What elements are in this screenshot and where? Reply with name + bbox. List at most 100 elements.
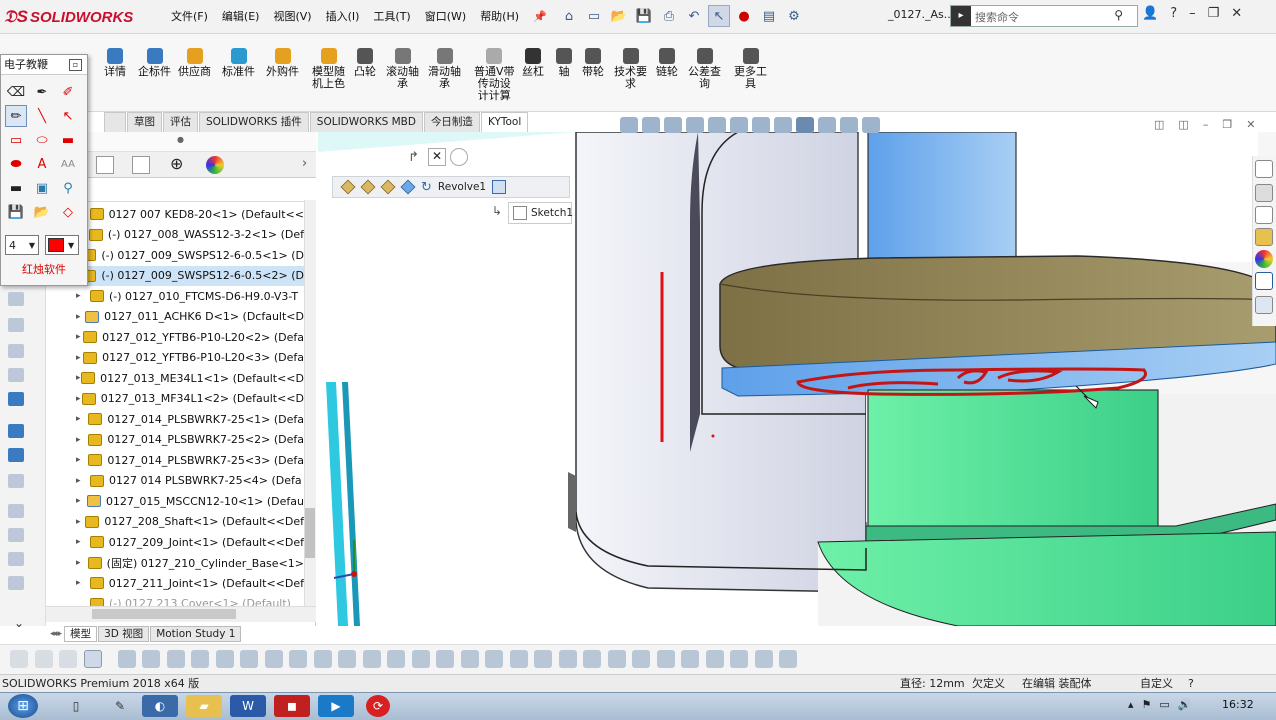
expand-arrow-icon[interactable]: ▸ [76, 394, 82, 404]
filter-routing-points-icon[interactable] [656, 650, 675, 668]
ribbon-item-13[interactable]: 技术要求 [614, 48, 647, 90]
viewport-nav-left-icon[interactable]: ◫ [1154, 118, 1164, 131]
ribbon-item-15[interactable]: 公差查询 [688, 48, 721, 90]
filter-spot-welds-icon[interactable] [705, 650, 724, 668]
restore-icon[interactable]: ❐ [1208, 6, 1220, 21]
eraser-icon[interactable]: ⌫ [5, 81, 27, 103]
filter-dimensions-icon[interactable] [436, 650, 454, 668]
black-screen-icon[interactable]: ▬ [5, 177, 27, 199]
tab-sketch[interactable]: 草图 [127, 112, 162, 132]
solidworks-logo[interactable]: 𝔇S SOLIDWORKS [4, 3, 144, 31]
select-arrow-icon[interactable] [83, 650, 102, 668]
zoom-area-icon[interactable] [642, 117, 660, 133]
font-size-icon[interactable]: AA [57, 153, 79, 175]
magnifier-icon[interactable]: ⚲ [57, 177, 79, 199]
expand-arrow-icon[interactable]: ▸ [76, 537, 90, 547]
monitor-icon[interactable] [862, 117, 880, 133]
menu-file[interactable]: 文件(F) [164, 8, 215, 24]
user-icon[interactable]: 👤 [1142, 6, 1158, 21]
pen-icon[interactable]: ✒ [31, 81, 53, 103]
help-icon[interactable]: ? [1170, 6, 1177, 21]
filter-icon[interactable] [10, 650, 28, 668]
open-folder-icon[interactable]: 📂 [608, 5, 630, 27]
expand-arrow-icon[interactable]: ▸ [76, 558, 88, 568]
solidworks-resources-icon[interactable] [1255, 160, 1273, 178]
print-icon[interactable]: ⎙ [658, 5, 680, 27]
expand-arrow-icon[interactable]: ▸ [76, 476, 90, 486]
tree-row[interactable]: (-) 0127_009_SWSPS12-6-0.5<2> (D [76, 265, 304, 286]
tree-row[interactable]: ▸ 0127_011_ACHK6 D<1> (Dcfault<D [76, 307, 304, 327]
tray-monitor-icon[interactable]: ▭ [1159, 698, 1169, 711]
filter-midpoints-icon[interactable] [362, 650, 381, 668]
save-drawing-icon[interactable]: 💾 [5, 201, 27, 223]
graphics-viewport[interactable] [318, 132, 1276, 626]
clear-icon[interactable]: ◇ [57, 201, 79, 223]
filter-surface-bodies-icon[interactable] [215, 650, 234, 668]
tab-motion-study[interactable]: Motion Study 1 [150, 626, 242, 642]
filter-vertices-icon[interactable] [142, 650, 160, 668]
expand-arrow-icon[interactable]: ▸ [76, 496, 87, 506]
status-help-icon[interactable]: ? [1188, 675, 1194, 692]
menu-edit[interactable]: 编辑(E) [215, 8, 267, 24]
viewport-nav-right-icon[interactable]: ◫ [1178, 118, 1188, 131]
new-motion-study-icon[interactable] [8, 474, 24, 488]
filter-geometric-tolerance-icon[interactable] [485, 650, 503, 668]
filter-notes-icon[interactable] [509, 650, 528, 668]
filter-axes-icon[interactable] [264, 650, 283, 668]
tree-row[interactable]: ▸ 0127_014_PLSBWRK7-25<2> (Defa [76, 430, 304, 450]
minimize-icon[interactable]: – [1189, 6, 1196, 21]
filter-connection-points-icon[interactable] [632, 650, 650, 668]
view-orientation-icon[interactable] [730, 117, 748, 133]
expand-arrow-icon[interactable]: ▸ [76, 353, 83, 363]
tree-row[interactable]: ▸ (固定) 0127_210_Cylinder_Base<1> [76, 553, 304, 573]
taskbar-player-icon[interactable]: ▶ [318, 695, 354, 717]
expand-arrow-icon[interactable]: ▸ [76, 291, 90, 301]
tree-row[interactable]: ▸ 0127_012_YFTB6-P10-L20<2> (Defa [76, 327, 304, 347]
assembly-features-icon[interactable] [8, 424, 24, 438]
zoom-to-fit-icon[interactable] [620, 117, 638, 133]
tree-row[interactable]: ▸ (-) 0127_010_FTCMS-D6-H9.0-V3-T [76, 286, 304, 306]
edit-appearance-icon[interactable] [796, 117, 814, 133]
dynamic-annotation-icon[interactable] [708, 117, 726, 133]
taskbar-pdf-icon[interactable]: ◼ [274, 695, 310, 717]
filter-mid-points-icon[interactable] [681, 650, 699, 668]
close-icon[interactable]: ✕ [1231, 6, 1242, 21]
tree-row[interactable]: (-) 0127_009_SWSPS12-6-0.5<1> (D [76, 245, 304, 265]
view-palette-icon[interactable] [1255, 228, 1273, 246]
assembly-cube-icon[interactable] [340, 179, 356, 195]
update-speedpak-icon[interactable] [8, 576, 24, 590]
filter-sketch-points-icon[interactable] [313, 650, 332, 668]
ribbon-item-4[interactable]: 外购件 [266, 48, 299, 78]
exploded-view-icon[interactable] [8, 528, 24, 542]
tray-network-icon[interactable]: ▴ [1128, 698, 1134, 711]
tree-row[interactable]: 0127 007 KED8-20<1> (Default<< [76, 204, 304, 224]
start-button-icon[interactable]: ⊞ [8, 694, 38, 718]
tree-vertical-scroll-thumb[interactable] [305, 508, 315, 558]
taskbar-word-icon[interactable]: W [230, 695, 266, 717]
viewport-close-icon[interactable]: ✕ [1246, 118, 1255, 131]
undo-icon[interactable]: ↶ [683, 5, 705, 27]
menu-help[interactable]: 帮助(H) [473, 8, 526, 24]
ribbon-item-10[interactable]: 丝杠 [522, 48, 544, 78]
ribbon-item-2[interactable]: 供应商 [178, 48, 211, 78]
taskbar-tool-icon[interactable]: ✎ [102, 695, 138, 717]
home-icon[interactable]: ⌂ [558, 5, 580, 27]
property-manager-icon[interactable] [96, 156, 114, 174]
expand-arrow-icon[interactable]: ▸ [76, 414, 88, 424]
feature-revolve[interactable]: Revolve1 [438, 181, 486, 193]
filter-dowel-icon[interactable] [754, 650, 773, 668]
smart-fasteners-icon[interactable] [8, 344, 24, 358]
ribbon-item-8[interactable]: 滑动轴承 [428, 48, 461, 90]
sketch-node[interactable]: Sketch1 [508, 202, 573, 224]
filter-datum-targets-icon[interactable] [558, 650, 577, 668]
tree-row[interactable]: ▸ 0127 014 PLSBWRK7-25<4> (Defa [76, 471, 304, 491]
tab-hidden[interactable] [104, 112, 126, 132]
tree-row[interactable]: ▸ 0127_012_YFTB6-P10-L20<3> (Defa [76, 348, 304, 368]
filter-selection-icon[interactable] [59, 650, 77, 668]
component-pattern-icon[interactable] [8, 318, 24, 332]
appearances-icon[interactable] [1255, 250, 1273, 268]
dimxpert-icon[interactable]: ⊕ [170, 154, 183, 173]
pin-icon[interactable]: 📌 [526, 10, 554, 23]
ribbon-item-3[interactable]: 标准件 [222, 48, 255, 78]
options-gear-icon[interactable]: ⚙ [783, 5, 805, 27]
